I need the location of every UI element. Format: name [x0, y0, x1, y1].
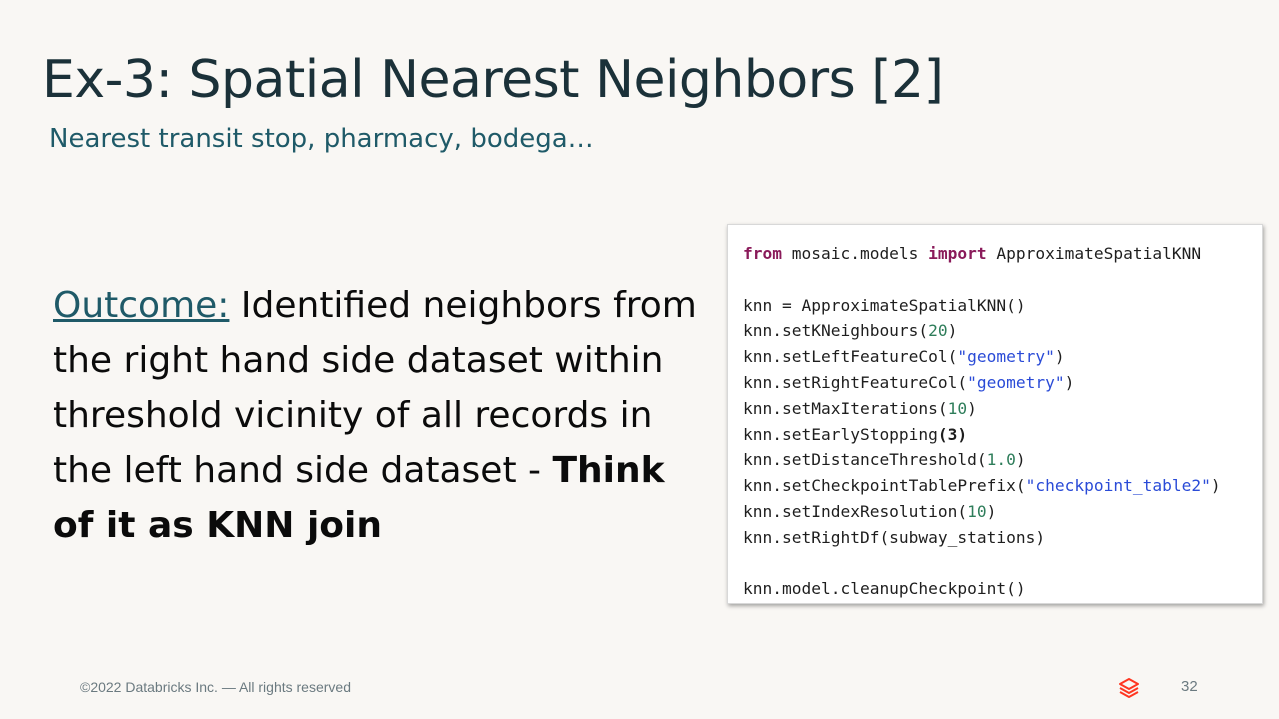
code-line: knn.model.cleanupCheckpoint()	[743, 579, 1026, 599]
page-number: 32	[1181, 678, 1198, 695]
code-line: knn.setRightDf(subway_stations)	[743, 527, 1046, 547]
outcome-paragraph: Outcome: Identified neighbors from the r…	[53, 278, 713, 553]
code-line: knn.setMaxIterations(10)	[743, 398, 977, 418]
code-line: knn.setDistanceThreshold(1.0)	[743, 450, 1026, 470]
slide-subtitle: Nearest transit stop, pharmacy, bodega…	[49, 124, 594, 154]
outcome-label: Outcome:	[53, 285, 230, 326]
slide-title: Ex-3: Spatial Nearest Neighbors [2]	[42, 50, 944, 110]
copyright-footer: ©2022 Databricks Inc. — All rights reser…	[80, 679, 351, 695]
code-line: knn.setIndexResolution(10)	[743, 501, 997, 521]
code-line: knn.setLeftFeatureCol("geometry")	[743, 347, 1065, 367]
code-snippet: from mosaic.models import ApproximateSpa…	[743, 241, 1221, 602]
code-line: knn.setCheckpointTablePrefix("checkpoint…	[743, 476, 1221, 496]
databricks-logo-icon	[1119, 678, 1139, 698]
code-line: from mosaic.models import ApproximateSpa…	[743, 244, 1202, 263]
code-line: knn.setKNeighbours(20)	[743, 321, 958, 341]
code-snippet-panel: from mosaic.models import ApproximateSpa…	[727, 224, 1263, 604]
code-line: knn = ApproximateSpatialKNN()	[743, 295, 1026, 315]
code-line: knn.setRightFeatureCol("geometry")	[743, 372, 1075, 392]
code-line: knn.setEarlyStopping(3)	[743, 424, 968, 444]
